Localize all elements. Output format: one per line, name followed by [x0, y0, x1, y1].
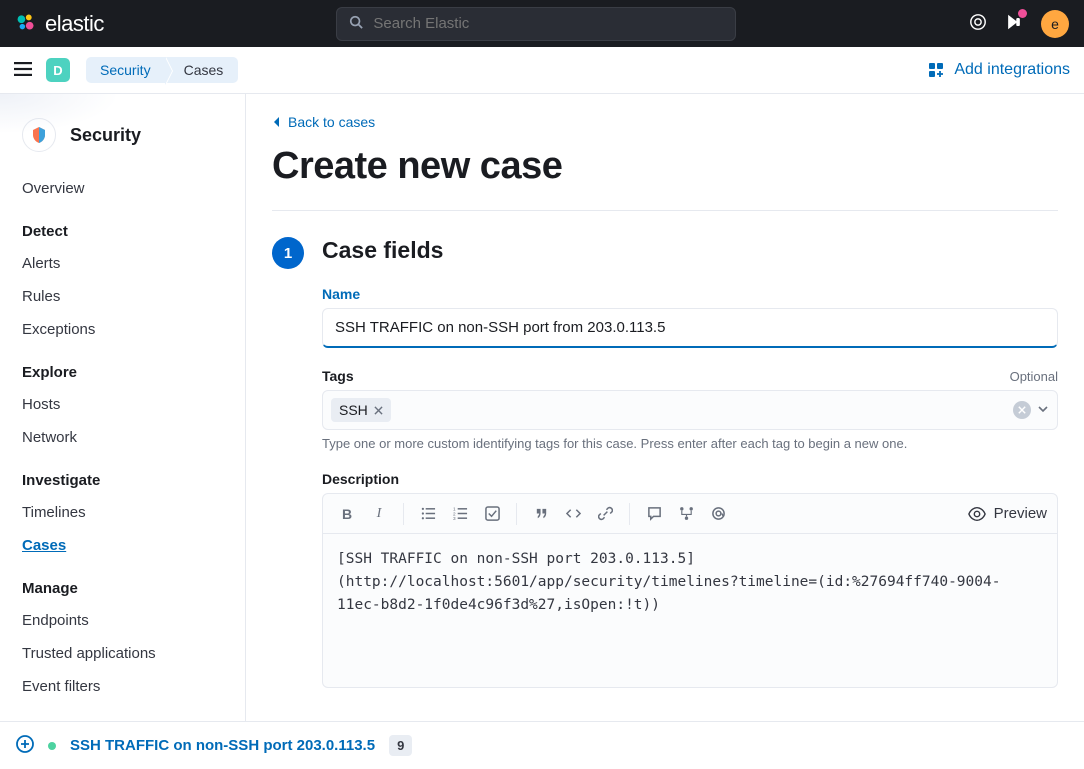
space-selector[interactable]: D [46, 58, 70, 82]
editor-toolbar: B I 123 [323, 494, 1057, 534]
sidebar-section: Manage [0, 562, 245, 604]
sidebar-item-event-filters[interactable]: Event filters [0, 670, 245, 703]
bold-button[interactable]: B [333, 500, 361, 528]
integrations-icon [928, 62, 944, 78]
sidebar-item-endpoints[interactable]: Endpoints [0, 604, 245, 637]
logo-text: elastic [45, 11, 104, 37]
page-title: Create new case [272, 145, 1058, 188]
comment-button[interactable] [640, 500, 668, 528]
chevron-down-icon[interactable] [1037, 402, 1049, 418]
search-input[interactable] [373, 15, 723, 32]
global-header: elastic e [0, 0, 1084, 47]
help-icon[interactable] [969, 13, 987, 34]
tags-optional-label: Optional [1010, 369, 1058, 384]
logo[interactable]: elastic [15, 11, 104, 37]
sidebar-app-title: Security [70, 125, 141, 146]
subheader: D Security Cases Add integrations [0, 47, 1084, 94]
sidebar-item-alerts[interactable]: Alerts [0, 247, 245, 280]
sidebar-item-exceptions[interactable]: Exceptions [0, 313, 245, 346]
timeline-flyout-bar[interactable]: SSH TRAFFIC on non-SSH port 203.0.113.5 … [0, 721, 1084, 769]
sidebar-item-hosts[interactable]: Hosts [0, 388, 245, 421]
nav-toggle-button[interactable] [14, 62, 32, 79]
sidebar-section: Investigate [0, 454, 245, 496]
italic-button[interactable]: I [365, 500, 393, 528]
description-label: Description [322, 471, 399, 487]
breadcrumb-security[interactable]: Security [86, 57, 166, 83]
sidebar-item-overview[interactable]: Overview [0, 172, 245, 205]
name-label: Name [322, 286, 360, 302]
tags-combobox[interactable]: SSH [322, 390, 1058, 430]
timeline-status-dot [48, 742, 56, 750]
description-editor: B I 123 [322, 493, 1058, 688]
elastic-logo-icon [15, 11, 37, 36]
sidebar-item-cases[interactable]: Cases [0, 529, 245, 562]
avatar[interactable]: e [1041, 10, 1069, 38]
timeline-name[interactable]: SSH TRAFFIC on non-SSH port 203.0.113.5 [70, 737, 375, 754]
add-timeline-icon[interactable] [16, 735, 34, 756]
divider [272, 210, 1058, 211]
tag-pill: SSH [331, 398, 391, 422]
newsfeed-icon[interactable] [1005, 13, 1023, 34]
eye-icon [968, 505, 986, 523]
svg-text:3: 3 [453, 516, 456, 521]
preview-button[interactable]: Preview [968, 505, 1047, 523]
remove-tag-icon[interactable] [374, 406, 383, 415]
step-title: Case fields [322, 237, 1058, 264]
sidebar-item-rules[interactable]: Rules [0, 280, 245, 313]
sidebar-item-timelines[interactable]: Timelines [0, 496, 245, 529]
breadcrumb-cases[interactable]: Cases [166, 57, 239, 83]
tag-label: SSH [339, 402, 368, 418]
name-field[interactable] [322, 308, 1058, 348]
notification-dot [1018, 9, 1027, 18]
back-to-cases-link[interactable]: Back to cases [272, 114, 375, 130]
description-textarea[interactable] [323, 534, 1057, 684]
tags-label: Tags [322, 368, 354, 384]
task-list-button[interactable] [478, 500, 506, 528]
preview-label: Preview [994, 505, 1047, 522]
link-button[interactable] [591, 500, 619, 528]
sidebar-section: Detect [0, 205, 245, 247]
sidebar-section: Explore [0, 346, 245, 388]
quote-button[interactable] [527, 500, 555, 528]
step-1-badge: 1 [272, 237, 304, 269]
timeline-event-count: 9 [389, 735, 412, 756]
main-content: Back to cases Create new case 1 Case fie… [246, 94, 1084, 721]
global-search[interactable] [336, 7, 736, 41]
chevron-left-icon [272, 116, 282, 128]
security-app-icon [22, 118, 56, 152]
mention-button[interactable] [704, 500, 732, 528]
clear-tags-button[interactable] [1013, 401, 1031, 419]
sidebar-item-trusted-applications[interactable]: Trusted applications [0, 637, 245, 670]
unordered-list-button[interactable] [414, 500, 442, 528]
back-link-label: Back to cases [288, 114, 375, 130]
code-button[interactable] [559, 500, 587, 528]
tags-help-text: Type one or more custom identifying tags… [322, 436, 1058, 451]
add-integrations-label: Add integrations [954, 61, 1070, 79]
ordered-list-button[interactable]: 123 [446, 500, 474, 528]
search-icon [349, 15, 363, 32]
breadcrumb: Security Cases [86, 56, 238, 84]
tree-button[interactable] [672, 500, 700, 528]
add-integrations-button[interactable]: Add integrations [928, 61, 1070, 79]
sidebar: Security OverviewDetectAlertsRulesExcept… [0, 94, 246, 721]
sidebar-item-network[interactable]: Network [0, 421, 245, 454]
